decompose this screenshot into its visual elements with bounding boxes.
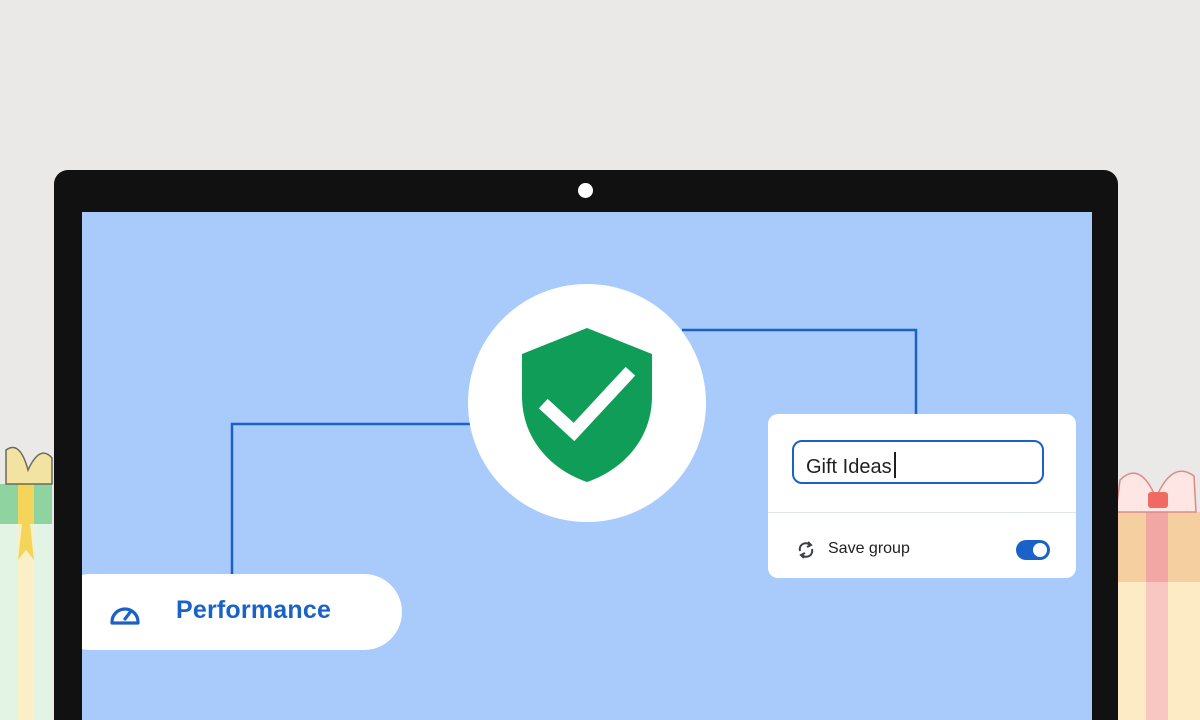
save-group-label: Save group xyxy=(828,540,910,557)
gauge-icon xyxy=(110,607,140,625)
card-divider xyxy=(768,512,1076,513)
save-group-toggle[interactable] xyxy=(1016,540,1050,560)
webcam xyxy=(578,183,593,198)
security-badge xyxy=(468,284,706,522)
group-name-value: Gift Ideas xyxy=(806,456,892,478)
gift-box-left xyxy=(0,446,53,720)
scene: Performance Gift Ideas Save group xyxy=(0,0,1200,720)
gift-box-right xyxy=(1110,470,1200,720)
text-caret xyxy=(893,452,896,478)
shield-check-icon xyxy=(522,328,652,482)
performance-chip[interactable]: Performance xyxy=(82,574,402,650)
tab-group-editor: Gift Ideas Save group xyxy=(768,414,1076,578)
group-name-input[interactable]: Gift Ideas xyxy=(792,440,1044,484)
toggle-knob xyxy=(1033,543,1047,557)
laptop-frame: Performance Gift Ideas Save group xyxy=(54,170,1118,720)
laptop-screen: Performance Gift Ideas Save group xyxy=(82,212,1092,720)
sync-icon xyxy=(798,541,814,559)
performance-label: Performance xyxy=(176,596,332,624)
